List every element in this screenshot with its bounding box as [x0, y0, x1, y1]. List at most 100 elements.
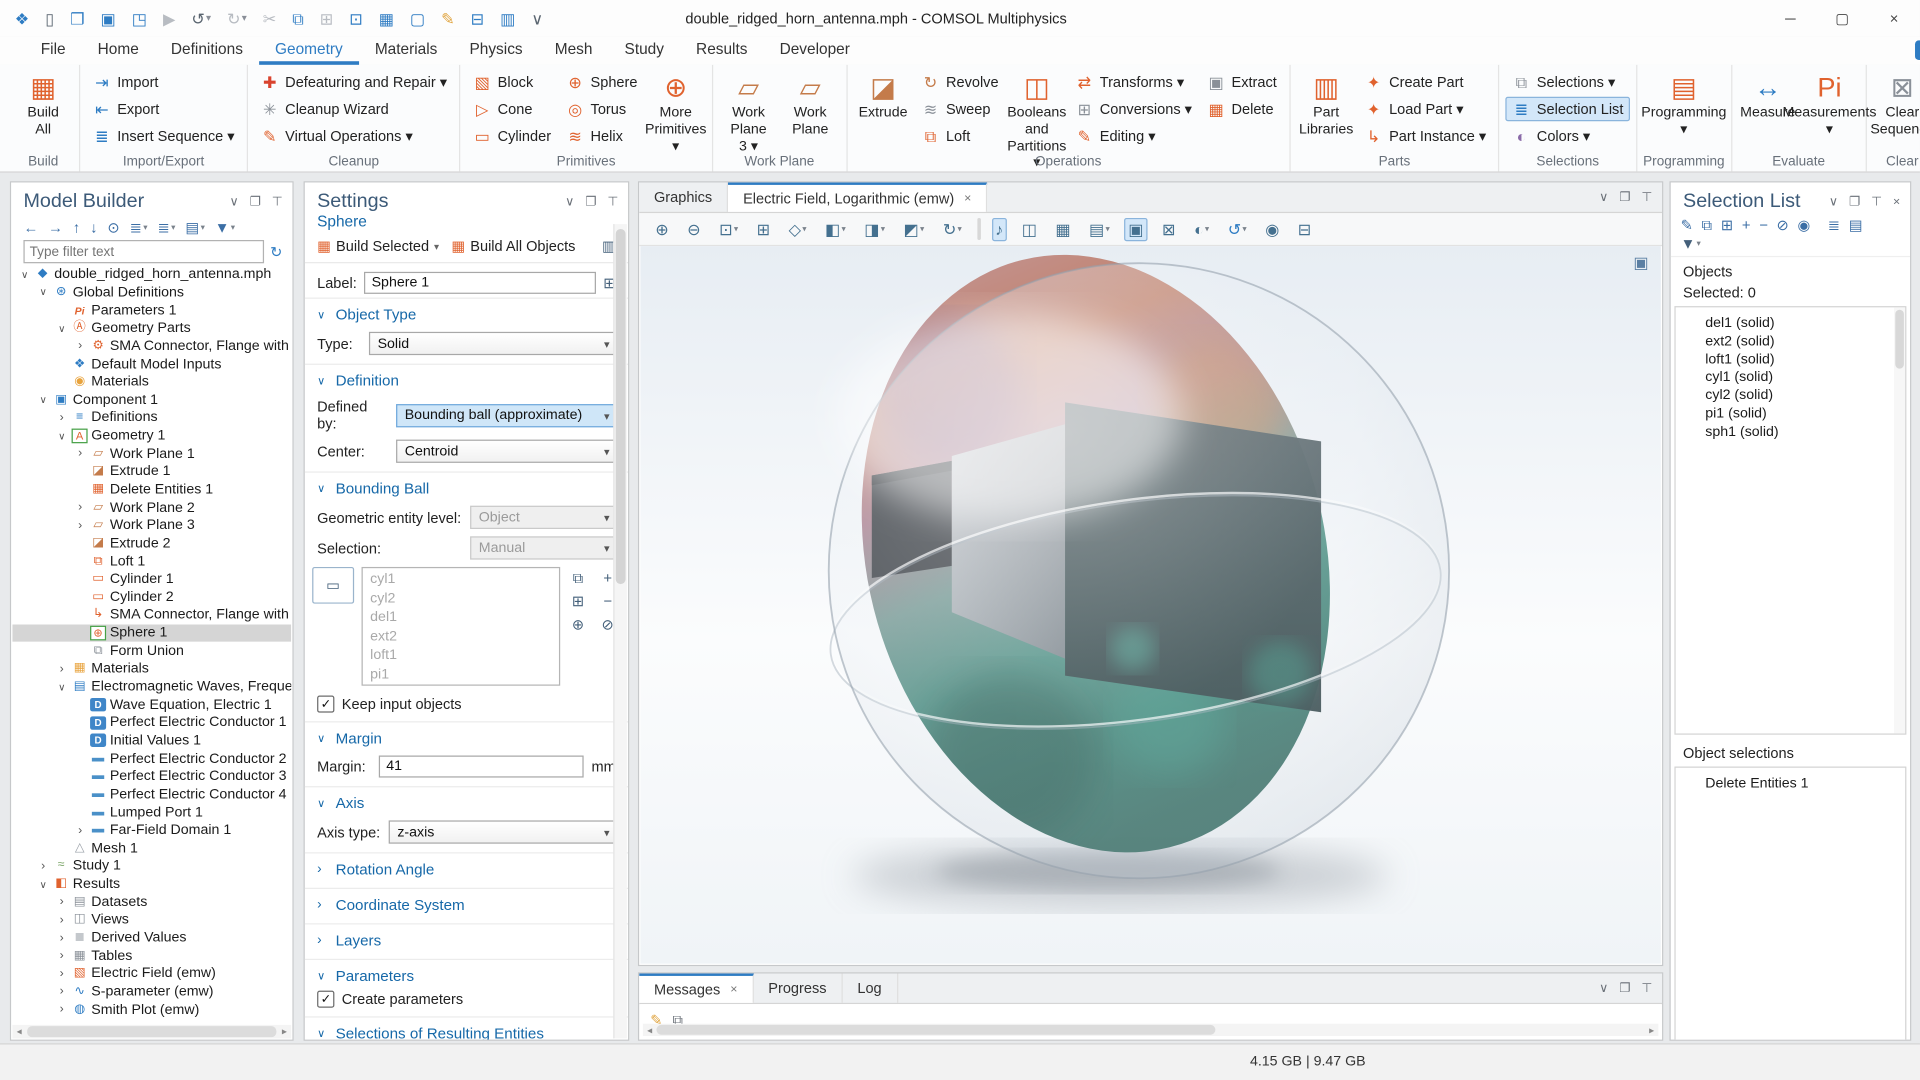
collapse-panel-icon[interactable]: ∨	[229, 195, 238, 208]
tree-item[interactable]: ▦ Tables	[12, 947, 291, 965]
tree-item[interactable]: ▱ Work Plane 1	[12, 445, 291, 463]
section-coordinate-system[interactable]: ›Coordinate System	[305, 889, 628, 918]
work-plane-3-button[interactable]: ▱Work Plane 3 ▾	[719, 69, 778, 150]
expander-icon[interactable]	[56, 323, 68, 334]
cut-icon[interactable]: ✂▾	[263, 10, 276, 26]
hide-icon[interactable]: ⊘	[1776, 218, 1788, 233]
float-panel-icon[interactable]: ❐	[1619, 190, 1630, 203]
tree-item[interactable]: ◉ Materials	[12, 373, 291, 391]
open-icon[interactable]: ❒▾	[70, 10, 84, 26]
load-part-button[interactable]: ✦Load Part ▾	[1358, 97, 1492, 121]
expander-icon[interactable]	[37, 287, 49, 298]
section-parameters[interactable]: ∨Parameters	[305, 960, 628, 989]
tree-item[interactable]: ⧉ Loft 1	[12, 553, 291, 571]
tree-item[interactable]: ▬ Lumped Port 1	[12, 804, 291, 822]
tree-item[interactable]: ▬ Perfect Electric Conductor 3	[12, 768, 291, 786]
object-list-item[interactable]: del1 (solid)	[1676, 315, 1906, 333]
tree-item[interactable]: ⊛ Global Definitions	[12, 284, 291, 302]
pin-panel-icon[interactable]: ⊤	[272, 195, 283, 208]
tab-log[interactable]: Log	[843, 973, 898, 1002]
separator[interactable]: ▾	[977, 218, 981, 240]
pin-panel-icon[interactable]: ⊤	[1641, 981, 1652, 994]
create-part-button[interactable]: ✦Create Part	[1358, 70, 1492, 94]
object-list-item[interactable]: cyl1 (solid)	[1676, 369, 1906, 387]
close-panel-icon[interactable]: ×	[1893, 195, 1900, 208]
extrude-button[interactable]: ◪Extrude	[853, 69, 912, 150]
sphere-button[interactable]: ⊕Sphere	[560, 70, 644, 94]
tree-item[interactable]: ▬ Perfect Electric Conductor 4	[12, 786, 291, 804]
build-all-objects-button[interactable]: ▦Build All Objects	[451, 238, 575, 255]
insert-sequence-button[interactable]: ≣Insert Sequence ▾	[86, 124, 240, 148]
settings-scrollbar[interactable]	[613, 224, 627, 1038]
type-dropdown[interactable]: Solid	[369, 332, 616, 355]
copy-selection-icon[interactable]: ⧉	[568, 569, 589, 586]
tree-item[interactable]: ▦ Delete Entities 1	[12, 481, 291, 499]
tree-item[interactable]: ⊕ Sphere 1	[12, 624, 291, 642]
tree-item[interactable]: D Perfect Electric Conductor 1	[12, 714, 291, 732]
view-xy-icon[interactable]: ◧▾	[821, 217, 849, 240]
image-snapshot-icon[interactable]: ▣	[1633, 253, 1648, 273]
tab-results[interactable]: Results	[680, 37, 764, 65]
build-selected-button[interactable]: ▦Build Selected▾	[317, 238, 439, 255]
expand-all-icon[interactable]: ≣▾	[130, 220, 148, 235]
update-icon[interactable]: ↺▾	[1224, 217, 1250, 240]
select-box-icon[interactable]: ▢▾	[410, 10, 425, 26]
show-icon[interactable]: ⊙▾	[107, 220, 119, 235]
cone-button[interactable]: ▷Cone	[467, 97, 557, 121]
save-icon[interactable]: ▣▾	[101, 10, 116, 26]
preview-icon[interactable]: ⊟▾	[471, 10, 484, 26]
tree-item[interactable]: ▬ Far-Field Domain 1	[12, 821, 291, 839]
zoom-to-selection-icon[interactable]: ⊕	[568, 616, 589, 633]
more-commands-icon[interactable]: ∨▾	[531, 10, 543, 26]
section-object-type[interactable]: ∨Object Type	[305, 299, 628, 328]
expander-icon[interactable]	[56, 967, 68, 980]
margin-input[interactable]	[379, 756, 584, 778]
tab-graphics[interactable]: Graphics	[639, 182, 728, 211]
tree-item[interactable]: ▧ Electric Field (emw)	[12, 965, 291, 983]
section-bounding-ball[interactable]: ∨Bounding Ball	[305, 473, 628, 502]
clear-sequence-button[interactable]: ⊠Clear Sequence	[1873, 69, 1920, 150]
move-up-icon[interactable]: ↑▾	[73, 220, 80, 235]
expander-icon[interactable]	[56, 895, 68, 908]
table-icon[interactable]: ▥▾	[500, 10, 515, 26]
zoom-extents-icon[interactable]: ⊡▾	[715, 217, 741, 240]
go-to-default-view-icon[interactable]: ◇▾	[785, 217, 810, 240]
loft-button[interactable]: ⧉Loft	[915, 124, 1005, 148]
horizontal-scrollbar[interactable]: ◂▸	[643, 1024, 1658, 1036]
view-yz-icon[interactable]: ◨▾	[861, 217, 889, 240]
helix-button[interactable]: ≋Helix	[560, 124, 644, 148]
label-input[interactable]	[364, 272, 596, 294]
booleans-and-partitions-button[interactable]: ◫Booleans and Partitions ▾	[1007, 69, 1066, 150]
export-button[interactable]: ⇤Export	[86, 97, 240, 121]
section-margin[interactable]: ∨Margin	[305, 722, 628, 751]
colors-button[interactable]: ◐Colors ▾	[1506, 124, 1630, 148]
plot-settings-icon[interactable]: ▤▾	[1085, 217, 1113, 240]
selection-object-list[interactable]: cyl1cyl2del1ext2loft1pi1	[362, 567, 561, 686]
create-parameters-checkbox[interactable]: ✓	[317, 991, 334, 1008]
help-button[interactable]: ?	[1915, 40, 1920, 60]
collapse-panel-icon[interactable]: ∨	[1829, 195, 1838, 208]
copy-icon[interactable]: ⧉	[1702, 218, 1713, 233]
tab-physics[interactable]: Physics	[453, 37, 538, 65]
axis-type-dropdown[interactable]: z-axis	[389, 820, 616, 843]
center-dropdown[interactable]: Centroid	[396, 440, 616, 463]
section-definition[interactable]: ∨Definition	[305, 365, 628, 394]
tab-materials[interactable]: Materials	[359, 37, 454, 65]
tree-item[interactable]: ⚙ SMA Connector, Flange with	[12, 337, 291, 355]
add-icon[interactable]: +	[1742, 218, 1751, 233]
selection-object-item[interactable]: del1	[370, 609, 551, 628]
import-button[interactable]: ⇥Import	[86, 70, 240, 94]
filter-icon[interactable]: ▼▾	[1681, 236, 1701, 251]
color-icon[interactable]: ◐▾	[1190, 217, 1213, 240]
tree-item[interactable]: ≣ Derived Values	[12, 929, 291, 947]
sound-icon[interactable]: ♪▾	[991, 217, 1006, 240]
expander-icon[interactable]	[74, 447, 86, 460]
mark-icon[interactable]: ✎▾	[441, 10, 454, 26]
part-instance-button[interactable]: ↳Part Instance ▾	[1358, 124, 1492, 148]
sweep-button[interactable]: ≋Sweep	[915, 97, 1005, 121]
float-panel-icon[interactable]: ❐	[1849, 195, 1860, 208]
collapse-panel-icon[interactable]: ∨	[1599, 981, 1608, 994]
tree-item[interactable]: ◍ Smith Plot (emw)	[12, 1001, 291, 1019]
block-button[interactable]: ▧Block	[467, 70, 557, 94]
tree-item[interactable]: ◪ Extrude 1	[12, 463, 291, 481]
